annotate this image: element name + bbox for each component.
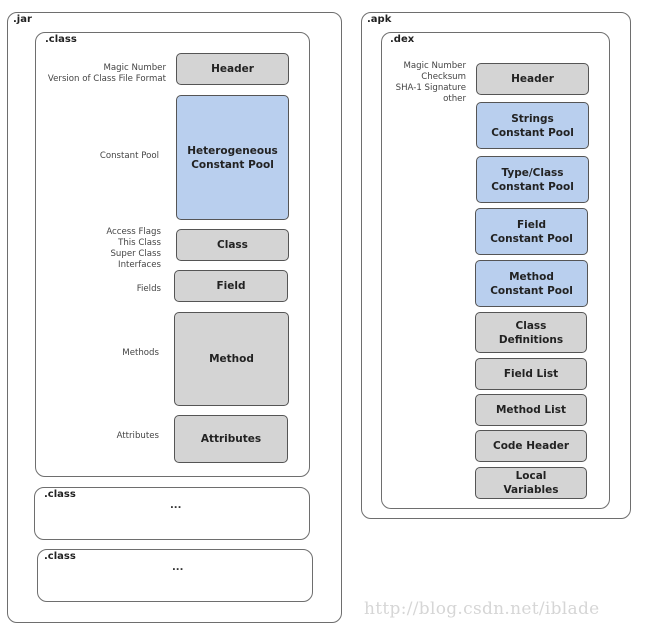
dex-block-type-pool: Type/Class Constant Pool	[476, 156, 589, 203]
dex-block-strings-pool: Strings Constant Pool	[476, 102, 589, 149]
class-file-3: .class ...	[37, 549, 313, 602]
class-title: .class	[44, 489, 76, 500]
label-dex-header: Magic Number Checksum SHA-1 Signature ot…	[395, 61, 466, 104]
label-methods: Methods	[122, 348, 159, 358]
block-method: Method	[174, 312, 289, 406]
class-file-2: .class ...	[34, 487, 310, 540]
dex-block-local-variables: Local Variables	[475, 467, 587, 499]
ellipsis: ...	[170, 500, 182, 511]
block-attributes: Attributes	[174, 415, 288, 463]
dex-block-method-list: Method List	[475, 394, 587, 426]
dex-block-code-header: Code Header	[475, 430, 587, 462]
dex-title: .dex	[390, 34, 415, 45]
label-attributes: Attributes	[116, 431, 159, 441]
dex-block-class-definitions: Class Definitions	[475, 312, 587, 353]
dex-block-field-pool: Field Constant Pool	[475, 208, 588, 255]
jar-title: .jar	[13, 14, 32, 25]
class-title: .class	[45, 34, 77, 45]
dex-block-header: Header	[476, 63, 589, 95]
label-fields: Fields	[136, 284, 161, 294]
apk-title: .apk	[367, 14, 392, 25]
block-heterogeneous-constant-pool: Heterogeneous Constant Pool	[176, 95, 289, 220]
block-class-header: Header	[176, 53, 289, 85]
label-constant-pool: Constant Pool	[99, 151, 159, 161]
class-title: .class	[44, 551, 76, 562]
dex-block-method-pool: Method Constant Pool	[475, 260, 588, 307]
dex-block-field-list: Field List	[475, 358, 587, 390]
block-field: Field	[174, 270, 288, 302]
watermark: http://blog.csdn.net/iblade	[364, 599, 600, 619]
block-class: Class	[176, 229, 289, 261]
ellipsis: ...	[172, 562, 184, 573]
label-header-fields: Magic Number Version of Class File Forma…	[47, 63, 166, 84]
label-class-fields: Access Flags This Class Super Class Inte…	[106, 227, 161, 270]
